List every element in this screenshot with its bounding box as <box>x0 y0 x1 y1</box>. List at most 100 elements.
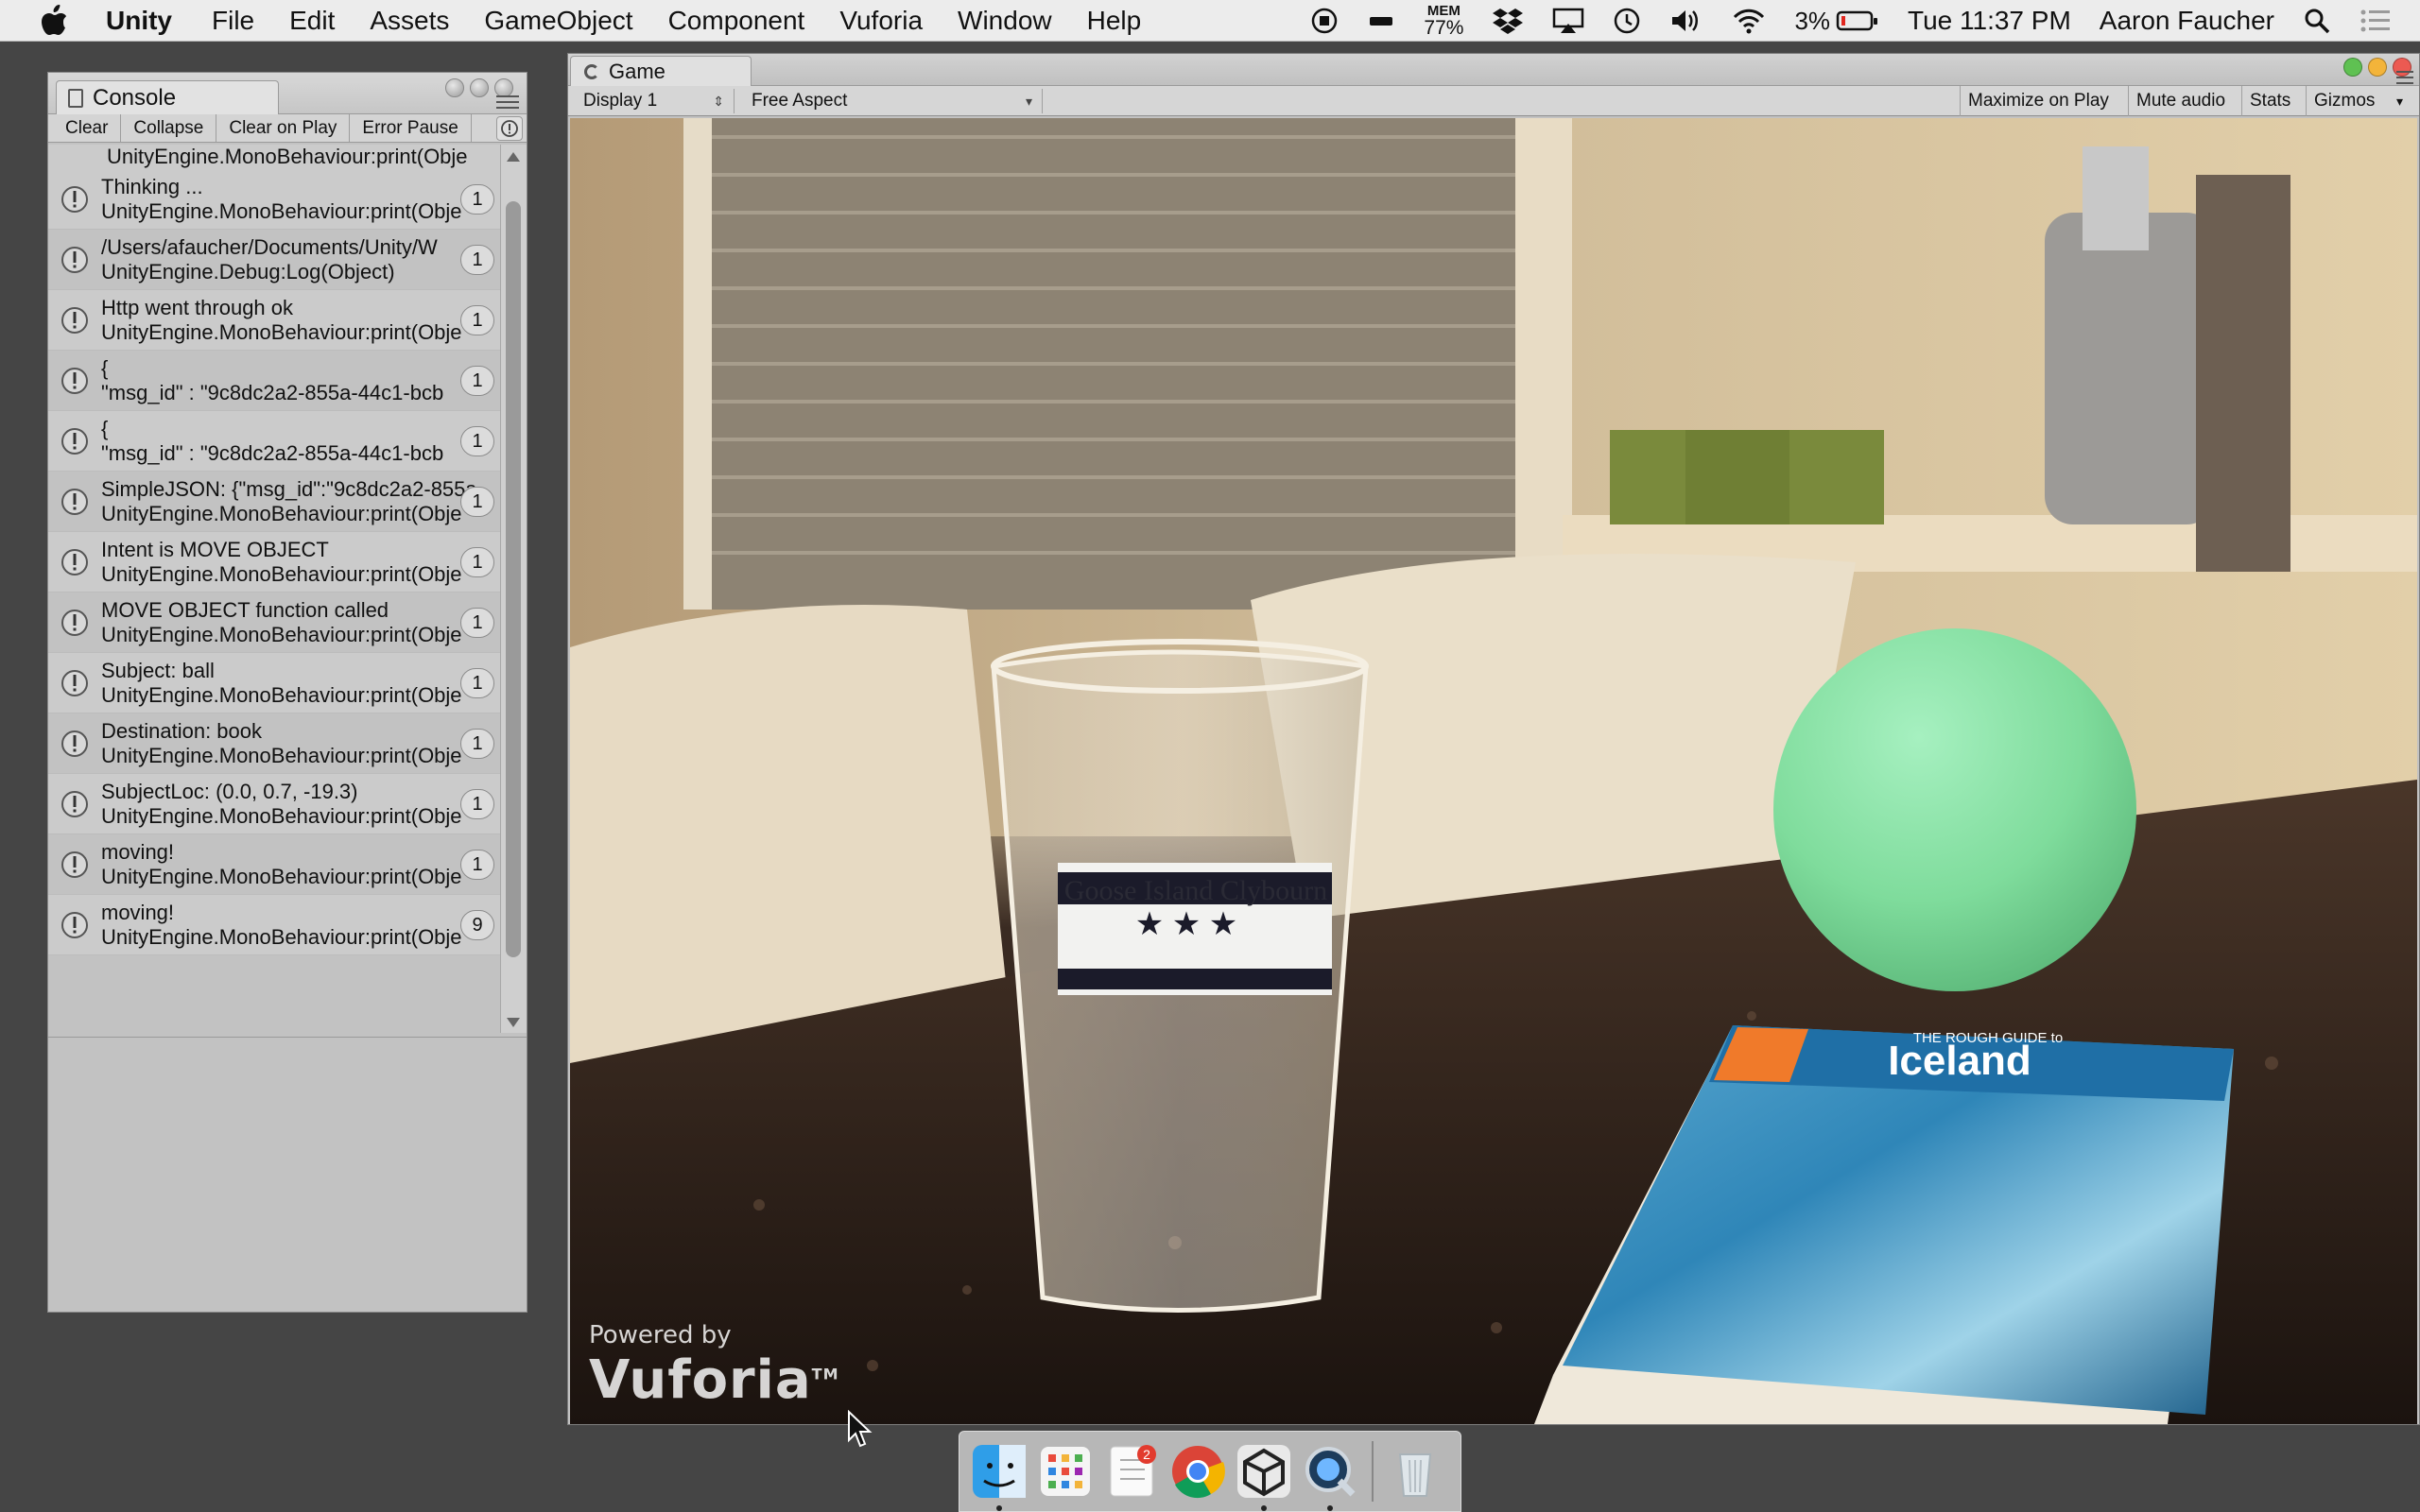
time-machine-icon[interactable] <box>1613 7 1641 35</box>
memory-indicator[interactable]: MEM 77% <box>1424 4 1463 38</box>
notification-center-icon[interactable] <box>2360 8 2392 34</box>
clear-button[interactable]: Clear <box>48 114 122 142</box>
log-count-badge: 1 <box>460 668 494 698</box>
error-pause-button[interactable]: Error Pause <box>350 114 472 142</box>
tab-console[interactable]: Console <box>56 80 279 114</box>
log-message: Thinking ... <box>101 174 203 198</box>
menu-edit[interactable]: Edit <box>289 6 335 36</box>
gizmos-dropdown-icon[interactable]: ▾ <box>2389 86 2411 116</box>
dropdown-arrows-icon: ⇕ <box>713 93 724 109</box>
chrome-icon[interactable] <box>1169 1443 1226 1500</box>
log-text: Intent is MOVE OBJECT UnityEngine.MonoBeh… <box>101 538 489 587</box>
apple-menu-icon[interactable] <box>36 2 74 40</box>
scroll-up-icon[interactable] <box>507 152 520 162</box>
log-stacktrace: UnityEngine.MonoBehaviour:print(Obje <box>101 743 462 767</box>
panel-menu-icon[interactable] <box>496 95 519 111</box>
scroll-down-icon[interactable] <box>507 1018 520 1027</box>
menu-vuforia[interactable]: Vuforia <box>839 6 923 36</box>
menu-window[interactable]: Window <box>958 6 1052 36</box>
menu-unity[interactable]: Unity <box>106 6 172 36</box>
mute-audio-button[interactable]: Mute audio <box>2128 86 2233 116</box>
menu-component[interactable]: Component <box>668 6 805 36</box>
display-dropdown[interactable]: Display 1 ⇕ <box>574 89 735 113</box>
game-window: Game Display 1 ⇕ Free Aspect ▾ Maximize … <box>567 53 2420 1425</box>
svg-text:★ ★ ★: ★ ★ ★ <box>1135 907 1237 942</box>
log-row[interactable]: { "msg_id" : "9c8dc2a2-855a-44c1-bcb 1 <box>48 411 500 472</box>
warning-filter-icon[interactable] <box>496 116 523 141</box>
console-toolbar: Clear Collapse Clear on Play Error Pause <box>48 114 527 143</box>
zoom-button[interactable] <box>470 78 489 97</box>
finder-icon[interactable] <box>971 1443 1028 1511</box>
stats-button[interactable]: Stats <box>2241 86 2298 116</box>
reminders-badge: 2 <box>1143 1447 1150 1462</box>
log-text: Thinking ... UnityEngine.MonoBehaviour:pr… <box>101 175 489 224</box>
ar-sphere[interactable] <box>1773 628 2136 991</box>
record-icon[interactable] <box>1310 7 1339 35</box>
log-row[interactable]: Http went through ok UnityEngine.MonoBeha… <box>48 290 500 351</box>
airplay-icon[interactable] <box>1552 7 1584 35</box>
running-indicator <box>1261 1505 1267 1511</box>
running-indicator <box>996 1505 1002 1511</box>
log-row[interactable]: moving! UnityEngine.MonoBehaviour:print(O… <box>48 895 500 955</box>
log-row[interactable]: SubjectLoc: (0.0, 0.7, -19.3) UnityEngine… <box>48 774 500 834</box>
console-tab-label: Console <box>93 84 177 111</box>
scroll-thumb[interactable] <box>506 201 521 957</box>
launchpad-icon[interactable] <box>1037 1443 1094 1500</box>
warning-icon <box>48 366 101 396</box>
menu-file[interactable]: File <box>212 6 254 36</box>
log-stacktrace: UnityEngine.MonoBehaviour:print(Obje <box>101 198 462 223</box>
aspect-dropdown[interactable]: Free Aspect ▾ <box>742 89 1043 113</box>
close-button[interactable] <box>494 78 513 97</box>
quicktime-icon[interactable] <box>1302 1443 1358 1511</box>
battery-icon[interactable] <box>1836 9 1879 33</box>
log-partial-text: UnityEngine.MonoBehaviour:print(Obje <box>107 145 468 168</box>
warning-icon <box>48 729 101 759</box>
console-scrollbar[interactable] <box>500 145 527 1033</box>
volume-icon[interactable] <box>1669 7 1703 35</box>
battery-percent: 3% <box>1794 6 1831 35</box>
log-row[interactable]: MOVE OBJECT function called UnityEngine.M… <box>48 593 500 653</box>
game-viewport[interactable]: ★ ★ ★ Goose Island Clybourn Iceland THE … <box>570 118 2417 1424</box>
unity-icon[interactable] <box>1236 1443 1292 1511</box>
minimize-button[interactable] <box>445 78 464 97</box>
screen-bar-icon[interactable] <box>1367 7 1395 35</box>
collapse-button[interactable]: Collapse <box>121 114 217 142</box>
log-row-partial[interactable]: UnityEngine.MonoBehaviour:print(Obje <box>48 145 500 169</box>
game-toolbar: Display 1 ⇕ Free Aspect ▾ Maximize on Pl… <box>568 86 2419 116</box>
trash-icon[interactable] <box>1387 1443 1443 1500</box>
panel-menu-icon[interactable] <box>2396 71 2413 86</box>
console-detail-pane[interactable] <box>48 1037 527 1312</box>
menu-help[interactable]: Help <box>1087 6 1142 36</box>
log-row[interactable]: { "msg_id" : "9c8dc2a2-855a-44c1-bcb 1 <box>48 351 500 411</box>
log-row[interactable]: Thinking ... UnityEngine.MonoBehaviour:pr… <box>48 169 500 230</box>
spotlight-search-icon[interactable] <box>2303 7 2331 35</box>
camera-feed-scene: ★ ★ ★ Goose Island Clybourn Iceland THE … <box>570 118 2417 1424</box>
log-row[interactable]: Subject: ball UnityEngine.MonoBehaviour:p… <box>48 653 500 713</box>
reminders-icon[interactable]: 2 <box>1103 1443 1160 1500</box>
menu-gameobject[interactable]: GameObject <box>484 6 632 36</box>
log-stacktrace: UnityEngine.MonoBehaviour:print(Obje <box>101 501 462 525</box>
menu-assets[interactable]: Assets <box>370 6 449 36</box>
log-row[interactable]: SimpleJSON: {"msg_id":"9c8dc2a2-855a Unit… <box>48 472 500 532</box>
log-row[interactable]: Intent is MOVE OBJECT UnityEngine.MonoBeh… <box>48 532 500 593</box>
running-indicator <box>1327 1505 1333 1511</box>
gizmos-button[interactable]: Gizmos <box>2306 86 2382 116</box>
zoom-button[interactable] <box>2343 58 2362 77</box>
log-row[interactable]: moving! UnityEngine.MonoBehaviour:print(O… <box>48 834 500 895</box>
log-row[interactable]: /Users/afaucher/Documents/Unity/W UnityEn… <box>48 230 500 290</box>
log-count-badge: 1 <box>460 426 494 456</box>
wifi-icon[interactable] <box>1732 7 1766 35</box>
menu-bar: Unity File Edit Assets GameObject Compon… <box>0 0 2420 42</box>
clock[interactable]: Tue 11:37 PM <box>1908 6 2071 36</box>
log-message: /Users/afaucher/Documents/Unity/W <box>101 234 438 259</box>
log-text: MOVE OBJECT function called UnityEngine.M… <box>101 598 489 647</box>
dock: 2 <box>959 1431 1461 1512</box>
maximize-on-play-button[interactable]: Maximize on Play <box>1960 86 2117 116</box>
console-log-list[interactable]: Thinking ... UnityEngine.MonoBehaviour:pr… <box>48 145 500 1033</box>
clear-on-play-button[interactable]: Clear on Play <box>216 114 351 142</box>
user-name[interactable]: Aaron Faucher <box>2100 6 2274 36</box>
dropbox-icon[interactable] <box>1492 7 1524 35</box>
tab-game[interactable]: Game <box>570 56 752 86</box>
log-row[interactable]: Destination: book UnityEngine.MonoBehavio… <box>48 713 500 774</box>
minimize-button[interactable] <box>2368 58 2387 77</box>
